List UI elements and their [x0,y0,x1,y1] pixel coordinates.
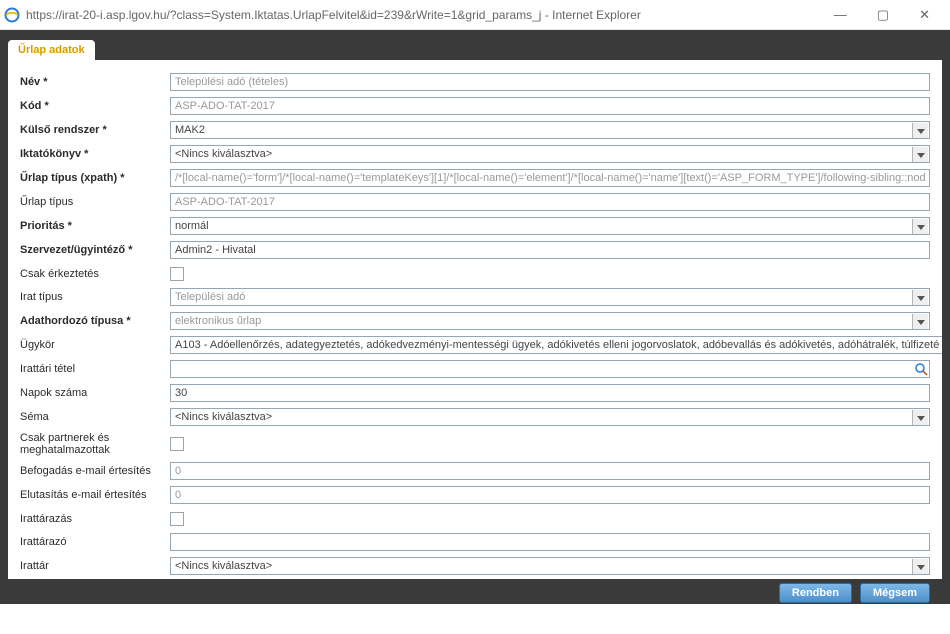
input-nev[interactable] [170,73,930,91]
select-sema[interactable]: <Nincs kiválasztva> [170,408,930,426]
input-ugykor[interactable]: A103 - Adóellenőrzés, adategyeztetés, ad… [170,336,942,354]
label-napok-szama: Napok száma [20,387,170,399]
chevron-down-icon[interactable] [912,314,928,330]
input-szervezet-ugyintezo[interactable] [170,241,930,259]
input-befogadas-email[interactable] [170,462,930,480]
search-icon[interactable] [914,362,928,376]
row-urlap-tipus-xpath: Űrlap típus (xpath) * [20,166,930,190]
label-befogadas-email: Befogadás e-mail értesítés [20,465,170,477]
chevron-down-icon[interactable] [912,559,928,575]
row-kulso-rendszer: Külső rendszer * MAK2 [20,118,930,142]
input-elutasitas-email[interactable] [170,486,930,504]
label-irattari-tetel: Irattári tétel [20,363,170,375]
window-close-button[interactable]: ✕ [913,7,936,23]
input-kod[interactable] [170,97,930,115]
label-urlap-tipus: Űrlap típus [20,196,170,208]
row-elutasitas-email: Elutasítás e-mail értesítés [20,483,930,507]
input-urlap-tipus-xpath[interactable] [170,169,930,187]
select-kulso-rendszer[interactable]: MAK2 [170,121,930,139]
checkbox-irattarazas[interactable] [170,512,184,526]
label-irat-tipus: Irat típus [20,291,170,303]
row-urlap-tipus: Űrlap típus [20,190,930,214]
row-befogadas-email: Befogadás e-mail értesítés [20,459,930,483]
row-kod: Kód * [20,94,930,118]
label-elutasitas-email: Elutasítás e-mail értesítés [20,489,170,501]
label-adathordozo-tipusa: Adathordozó típusa * [20,315,170,327]
row-csak-erkeztetes: Csak érkeztetés [20,262,930,285]
form-panel: Név * Kód * Külső rendszer * MAK2 Iktató… [8,60,942,579]
chevron-down-icon[interactable] [912,290,928,306]
label-prioritas: Prioritás * [20,220,170,232]
label-csak-erkeztetes: Csak érkeztetés [20,268,170,280]
window-minimize-button[interactable]: — [828,7,853,23]
window-title: https://irat-20-i.asp.lgov.hu/?class=Sys… [26,8,828,22]
chevron-down-icon[interactable] [912,123,928,139]
row-sema: Séma <Nincs kiválasztva> [20,405,930,429]
chevron-down-icon[interactable] [912,219,928,235]
label-csak-partnerek: Csak partnerek és meghatalmazottak [20,432,170,456]
label-szervezet-ugyintezo: Szervezet/ügyintéző * [20,244,170,256]
row-iktatokonyv: Iktatókönyv * <Nincs kiválasztva> [20,142,930,166]
label-kulso-rendszer: Külső rendszer * [20,124,170,136]
dialog-frame: Űrlap adatok Név * Kód * Külső rendszer … [0,30,950,604]
ok-button[interactable]: Rendben [779,583,852,603]
row-ugykor: Ügykör A103 - Adóellenőrzés, adategyezte… [20,333,930,357]
input-napok-szama[interactable] [170,384,930,402]
cancel-button[interactable]: Mégsem [860,583,930,603]
row-adathordozo-tipusa: Adathordozó típusa * elektronikus űrlap [20,309,930,333]
browser-bottom-strip [0,604,950,634]
label-ugykor: Ügykör [20,339,170,351]
select-iktatokonyv[interactable]: <Nincs kiválasztva> [170,145,930,163]
row-csak-partnerek: Csak partnerek és meghatalmazottak [20,429,930,459]
row-irattarazo: Irattárazó [20,530,930,554]
chevron-down-icon[interactable] [912,410,928,426]
select-adathordozo-tipusa[interactable]: elektronikus űrlap [170,312,930,330]
chevron-down-icon[interactable] [912,147,928,163]
label-irattarazo: Irattárazó [20,536,170,548]
input-irattarazo[interactable] [170,533,930,551]
window-titlebar: https://irat-20-i.asp.lgov.hu/?class=Sys… [0,0,950,30]
checkbox-csak-erkeztetes[interactable] [170,267,184,281]
row-irattari-tetel: Irattári tétel [20,357,930,381]
checkbox-csak-partnerek[interactable] [170,437,184,451]
label-sema: Séma [20,411,170,423]
row-prioritas: Prioritás * normál [20,214,930,238]
label-kod: Kód * [20,100,170,112]
row-irat-tipus: Irat típus Települési adó [20,285,930,309]
label-urlap-tipus-xpath: Űrlap típus (xpath) * [20,172,170,184]
label-irattar: Irattár [20,560,170,572]
row-napok-szama: Napok száma [20,381,930,405]
ie-icon [4,7,20,23]
select-irat-tipus[interactable]: Települési adó [170,288,930,306]
select-prioritas[interactable]: normál [170,217,930,235]
row-irattarazas: Irattárazás [20,507,930,530]
row-szervezet-ugyintezo: Szervezet/ügyintéző * [20,238,930,262]
label-iktatokonyv: Iktatókönyv * [20,148,170,160]
row-irattar: Irattár <Nincs kiválasztva> [20,554,930,578]
tab-urlap-adatok[interactable]: Űrlap adatok [8,40,95,60]
select-irattar[interactable]: <Nincs kiválasztva> [170,557,930,575]
input-urlap-tipus[interactable] [170,193,930,211]
label-nev: Név * [20,76,170,88]
label-irattarazas: Irattárazás [20,513,170,525]
input-irattari-tetel[interactable] [170,360,930,378]
dialog-footer: Rendben Mégsem [8,579,942,607]
row-nev: Név * [20,70,930,94]
window-maximize-button[interactable]: ▢ [871,7,895,23]
